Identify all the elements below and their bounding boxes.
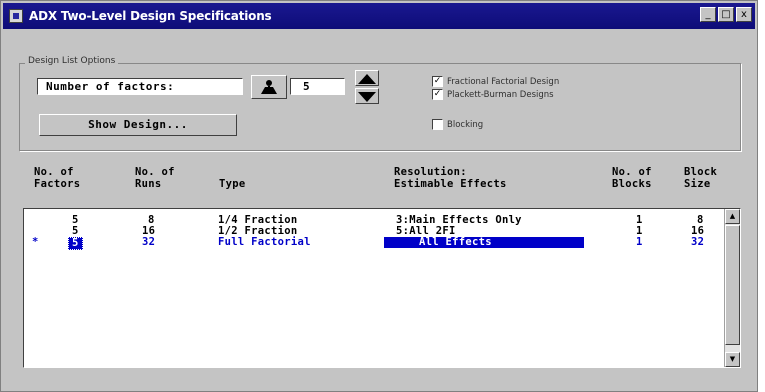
- header-block-size[interactable]: Block Size: [684, 166, 717, 190]
- checkbox-box[interactable]: ✓: [432, 76, 443, 87]
- fractional-factorial-checkbox[interactable]: ✓ Fractional Factorial Design: [432, 76, 559, 87]
- factors-input[interactable]: 5: [290, 78, 345, 95]
- window-title: ADX Two-Level Design Specifications: [29, 9, 272, 23]
- table-row-selected[interactable]: * 5 32 Full Factorial All Effects 1 32: [24, 236, 724, 250]
- design-list-options-group: [19, 63, 741, 151]
- scroll-thumb[interactable]: [725, 225, 740, 345]
- cell-resolution: All Effects: [384, 237, 584, 248]
- checkbox-label: Fractional Factorial Design: [447, 76, 560, 87]
- cell-marker: *: [32, 236, 39, 248]
- header-no-of-runs[interactable]: No. of Runs: [135, 166, 175, 190]
- cell-type: Full Factorial: [218, 236, 311, 248]
- cell-factors: 5: [68, 237, 83, 250]
- spin-up-button[interactable]: [355, 70, 379, 86]
- cell-runs: 32: [142, 236, 156, 248]
- header-no-of-blocks[interactable]: No. of Blocks: [612, 166, 652, 190]
- close-button[interactable]: x: [736, 7, 752, 22]
- show-design-button[interactable]: Show Design...: [39, 114, 237, 136]
- table-row[interactable]: 5 8 1/4 Fraction 3:Main Effects Only 1 8: [24, 215, 724, 226]
- spin-down-button[interactable]: [355, 88, 379, 104]
- cell-block-size: 32: [691, 236, 705, 248]
- group-label: Design List Options: [25, 56, 119, 66]
- checkbox-label: Blocking: [447, 119, 484, 130]
- checkbox-label: Plackett-Burman Designs: [447, 89, 554, 100]
- person-icon: [261, 80, 277, 94]
- header-resolution[interactable]: Resolution: Estimable Effects: [394, 166, 507, 190]
- checkbox-box[interactable]: ✓: [432, 89, 443, 100]
- table-row[interactable]: 5 16 1/2 Fraction 5:All 2FI 1 16: [24, 226, 724, 237]
- design-list[interactable]: 5 8 1/4 Fraction 3:Main Effects Only 1 8…: [23, 208, 741, 368]
- header-no-of-factors[interactable]: No. of Factors: [34, 166, 80, 190]
- app-icon: [9, 9, 23, 23]
- title-bar[interactable]: ADX Two-Level Design Specifications _ □ …: [3, 3, 755, 29]
- cell-factors: 5: [72, 225, 79, 237]
- header-type[interactable]: Type: [219, 178, 246, 190]
- arrow-down-icon: [358, 92, 376, 102]
- plackett-burman-checkbox[interactable]: ✓ Plackett-Burman Designs: [432, 89, 554, 100]
- minimize-button[interactable]: _: [700, 7, 716, 22]
- scroll-down-button[interactable]: ▼: [725, 352, 740, 367]
- design-specs-window: ADX Two-Level Design Specifications _ □ …: [0, 0, 758, 392]
- factor-count-button[interactable]: [251, 75, 287, 99]
- maximize-button[interactable]: □: [718, 7, 734, 22]
- checkbox-box[interactable]: [432, 119, 443, 130]
- vertical-scrollbar[interactable]: ▲ ▼: [724, 209, 740, 367]
- arrow-up-icon: [358, 74, 376, 84]
- scroll-up-button[interactable]: ▲: [725, 209, 740, 224]
- factors-label-field: Number of factors:: [37, 78, 243, 95]
- cell-blocks: 1: [636, 236, 643, 248]
- blocking-checkbox[interactable]: Blocking: [432, 119, 483, 130]
